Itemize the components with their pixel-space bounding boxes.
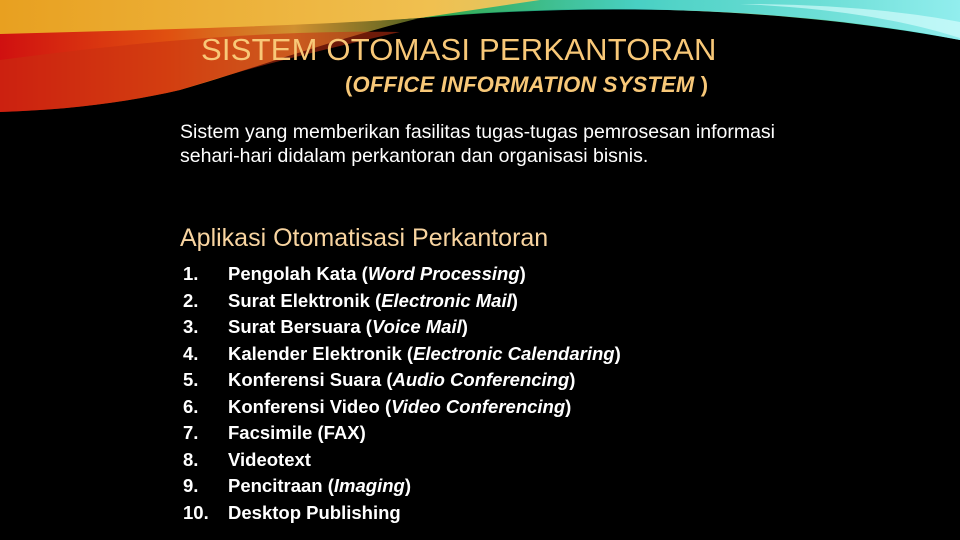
list-item: 3. Surat Bersuara (Voice Mail) <box>183 314 621 341</box>
section-heading: Aplikasi Otomatisasi Perkantoran <box>180 224 549 252</box>
list-item: 1. Pengolah Kata (Word Processing) <box>183 261 621 288</box>
item-name: Videotext <box>228 448 311 470</box>
item-number: 4. <box>183 342 199 364</box>
list-item: 8. Videotext <box>183 447 621 474</box>
item-number: 9. <box>183 475 199 496</box>
item-number: 8. <box>183 448 199 470</box>
item-number: 7. <box>183 422 199 443</box>
item-number: 5. <box>183 369 199 390</box>
item-number: 6. <box>183 395 199 417</box>
list-item: 7. Facsimile (FAX) <box>183 420 621 447</box>
item-name: Konferensi Video (Video Conferencing) <box>228 395 572 417</box>
item-number: 1. <box>183 263 199 284</box>
list-item: 2. Surat Elektronik (Electronic Mail) <box>183 288 621 315</box>
item-name: Facsimile (FAX) <box>228 422 366 443</box>
slide: SISTEM OTOMASI PERKANTORAN (OFFICE INFOR… <box>0 0 960 540</box>
description-text: Sistem yang memberikan fasilitas tugas-t… <box>180 121 776 167</box>
item-name: Konferensi Suara (Audio Conferencing) <box>228 369 576 390</box>
list-item: 6. Konferensi Video (Video Conferencing) <box>183 394 621 421</box>
list-item: 10. Desktop Publishing <box>183 500 621 527</box>
item-name: Surat Elektronik (Electronic Mail) <box>228 289 518 311</box>
item-name: Kalender Elektronik (Electronic Calendar… <box>228 342 621 364</box>
decorative-swoosh-banner <box>0 0 960 112</box>
list-item: 4. Kalender Elektronik (Electronic Calend… <box>183 341 621 368</box>
item-name: Desktop Publishing <box>228 501 401 523</box>
item-name: Surat Bersuara (Voice Mail) <box>228 316 468 337</box>
item-number: 3. <box>183 316 199 337</box>
item-number: 2. <box>183 289 199 311</box>
list-item: 9. Pencitraan (Imaging) <box>183 473 621 500</box>
item-number: 10. <box>183 501 209 523</box>
item-name: Pengolah Kata (Word Processing) <box>228 263 526 284</box>
title-main: SISTEM OTOMASI PERKANTORAN <box>201 32 717 67</box>
subtitle-english: OFFICE INFORMATION SYSTEM <box>352 72 695 97</box>
list-item: 5. Konferensi Suara (Audio Conferencing) <box>183 367 621 394</box>
title-subtitle: (OFFICE INFORMATION SYSTEM ) <box>345 72 709 97</box>
item-name: Pencitraan (Imaging) <box>228 475 411 496</box>
applications-list: 1. Pengolah Kata (Word Processing) 2. Sura… <box>183 261 621 526</box>
